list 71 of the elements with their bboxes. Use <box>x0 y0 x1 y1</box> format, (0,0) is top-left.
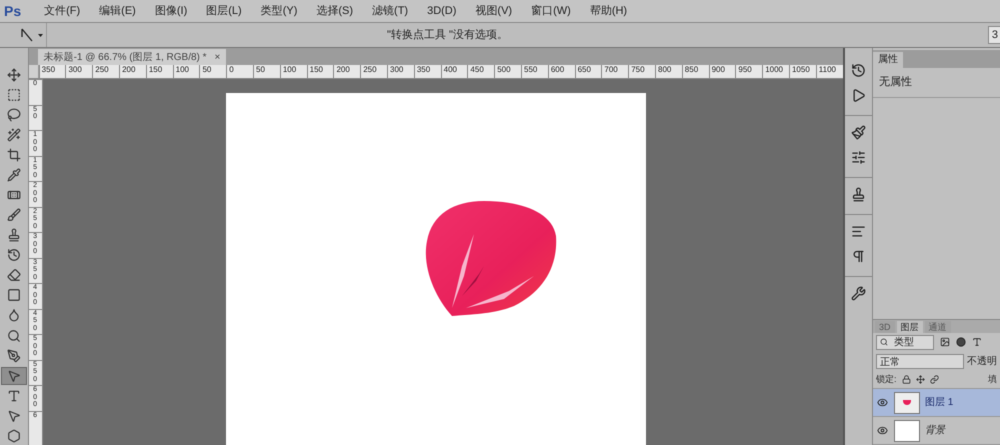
menu-item[interactable]: 图层(L) <box>206 2 242 20</box>
ruler-label: 0 <box>226 65 254 78</box>
properties-tab[interactable]: 属性 <box>873 52 903 68</box>
eye-icon[interactable] <box>877 425 888 436</box>
ruler-label: 350 <box>414 65 441 78</box>
search-icon <box>880 338 888 346</box>
menu-item[interactable]: 选择(S) <box>316 2 354 20</box>
ruler-label: 700 <box>601 65 628 78</box>
ruler-label: 900 <box>708 65 736 78</box>
layer-name: 图层 1 <box>925 396 954 410</box>
layer-row[interactable]: 图层 1 <box>873 389 1000 417</box>
tool-hint: "转换点工具 "没有选项。 <box>387 28 508 43</box>
ruler-label: 50 <box>199 65 226 78</box>
ruler-label: 850 <box>682 65 709 78</box>
image-filter-icon[interactable] <box>940 337 950 347</box>
menu-item[interactable]: 编辑(E) <box>99 2 136 20</box>
ruler-label: 50 <box>253 65 280 78</box>
caret-icon[interactable] <box>38 34 43 36</box>
ruler-label: 250 <box>360 65 388 78</box>
menu-item[interactable]: 帮助(H) <box>590 2 628 20</box>
ruler-label: 500 <box>494 65 522 78</box>
ruler-label: 750 <box>628 65 655 78</box>
ruler-label: 1000 <box>762 65 789 78</box>
ruler-label: 350 <box>38 65 66 78</box>
layer-name: 背景 <box>925 424 945 438</box>
ruler-label: 100 <box>280 65 307 78</box>
type-filter-icon[interactable] <box>972 337 982 347</box>
ruler-label: 100 <box>172 65 200 78</box>
fill-label: 填 <box>988 372 997 386</box>
panel-tab[interactable]: 图层 <box>896 320 923 332</box>
ruler-label: 1050 <box>788 65 816 78</box>
layer-row[interactable]: 背景 <box>873 417 1000 445</box>
lock-label: 锁定: <box>876 372 897 386</box>
menu-item[interactable]: 3D(D) <box>427 2 456 20</box>
menu-item[interactable]: 滤镜(T) <box>372 2 408 20</box>
lock-icon[interactable] <box>902 374 911 384</box>
ruler-label: 800 <box>655 65 682 78</box>
ruler-label: 250 <box>92 65 120 78</box>
app-logo: Ps <box>4 2 22 20</box>
blend-mode-dropdown[interactable]: 正常 <box>876 354 964 368</box>
menu-item[interactable]: 文件(F) <box>44 2 80 20</box>
ruler-label: 550 <box>521 65 548 78</box>
move-lock-icon[interactable] <box>916 374 925 384</box>
menu-item[interactable]: 视图(V) <box>475 2 512 20</box>
menu-item[interactable]: 窗口(W) <box>531 2 571 20</box>
opacity-label: 不透明 <box>967 354 997 368</box>
ruler-label: 600 <box>548 65 575 78</box>
workspace-button[interactable]: 3 <box>988 26 1000 44</box>
close-button[interactable]: × <box>214 50 220 64</box>
ruler-label: 200 <box>333 65 360 78</box>
tool-preset-icon[interactable] <box>20 28 34 42</box>
menu-item[interactable]: 图像(I) <box>154 2 188 20</box>
ruler-label: 650 <box>574 65 602 78</box>
ruler-label: 450 <box>467 65 494 78</box>
ruler-label: 300 <box>65 65 92 78</box>
circle-filter-icon[interactable] <box>956 337 966 347</box>
layer-thumbnail <box>894 420 920 442</box>
eye-icon[interactable] <box>877 397 888 408</box>
properties-text: 无属性 <box>873 68 1000 98</box>
ruler-label: 400 <box>440 65 468 78</box>
menu-item[interactable]: 类型(Y) <box>260 2 298 20</box>
ruler-label: 950 <box>735 65 762 78</box>
ruler-label: 200 <box>119 65 146 78</box>
layer-thumbnail <box>894 392 920 414</box>
document-tab[interactable]: 未标题-1 @ 66.7% (图层 1, RGB/8) * × <box>38 49 226 65</box>
filter-dropdown[interactable]: 类型 <box>876 334 934 350</box>
link-icon[interactable] <box>930 374 939 384</box>
ruler-label: 150 <box>146 65 173 78</box>
document-title: 未标题-1 @ 66.7% (图层 1, RGB/8) * <box>44 50 207 64</box>
ruler-label: 300 <box>387 65 414 78</box>
ruler-label: 150 <box>306 65 334 78</box>
